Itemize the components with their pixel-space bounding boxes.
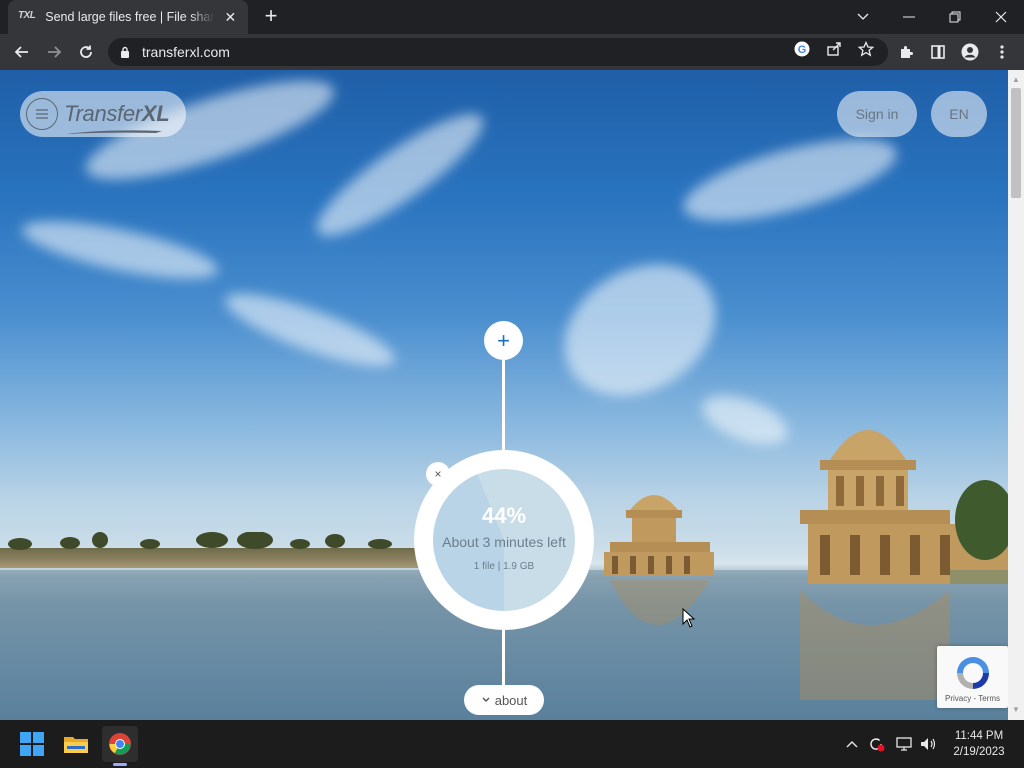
scroll-up-arrow-icon[interactable]: ▲	[1008, 72, 1024, 88]
minimize-button[interactable]	[886, 0, 932, 34]
clock-time: 11:44 PM	[954, 730, 1004, 742]
sync-status-icon[interactable]	[866, 734, 886, 754]
browser-tab-active[interactable]: TXL Send large files free | File sharing…	[8, 0, 248, 34]
progress-percent: 44%	[481, 503, 527, 528]
reload-icon	[80, 45, 92, 58]
arrow-left-icon	[14, 46, 28, 58]
file-summary: 1 file | 1.9 GB	[473, 561, 535, 572]
chevron-down-icon	[482, 697, 490, 702]
scroll-down-arrow-icon[interactable]: ▼	[1008, 702, 1024, 718]
folder-icon	[64, 737, 88, 753]
system-clock[interactable]: 11:44 PM 2/19/2023	[944, 728, 1014, 760]
recaptcha-privacy-terms[interactable]: Privacy - Terms	[937, 694, 1008, 703]
browser-titlebar: TXL Send large files free | File sharing…	[0, 0, 1024, 34]
lock-icon	[121, 46, 129, 58]
cancel-upload-button[interactable]: ×	[426, 462, 450, 486]
chrome-icon	[109, 733, 131, 755]
back-button[interactable]	[8, 38, 36, 66]
google-lens-icon[interactable]: G	[793, 40, 811, 58]
mouse-cursor-icon	[682, 608, 696, 628]
extensions-puzzle-icon[interactable]	[896, 42, 916, 62]
language-selector[interactable]: EN	[931, 91, 987, 137]
connector-line-bottom	[502, 630, 505, 686]
background-cloud	[18, 209, 222, 291]
side-panel-icon[interactable]	[928, 42, 948, 62]
arrow-right-icon	[48, 46, 62, 58]
windows-taskbar: 11:44 PM 2/19/2023	[0, 720, 1024, 768]
hamburger-icon	[36, 109, 48, 119]
tab-search-button[interactable]	[840, 0, 886, 34]
network-icon[interactable]	[894, 734, 914, 754]
logo-swoosh-icon	[66, 130, 162, 134]
logo-text-bold: XL	[141, 101, 170, 126]
tab-close-icon[interactable]: ✕	[223, 9, 238, 26]
time-remaining: About 3 minutes left	[442, 534, 566, 550]
clock-date: 2/19/2023	[953, 746, 1005, 758]
new-tab-button[interactable]: +	[260, 5, 282, 28]
file-explorer-button[interactable]	[58, 726, 94, 762]
tree-line	[8, 532, 392, 550]
scrollbar-thumb[interactable]	[1011, 88, 1021, 198]
restore-button[interactable]	[932, 0, 978, 34]
logo-text-regular: Transfer	[64, 101, 142, 126]
about-label: about	[494, 692, 528, 708]
windows-logo-icon	[20, 732, 44, 756]
background-cloud	[675, 122, 905, 238]
transferxl-favicon-icon: TXL	[18, 10, 36, 21]
chevron-down-icon	[857, 13, 869, 20]
windows-start-button[interactable]	[14, 726, 50, 762]
about-button[interactable]: about	[464, 685, 544, 715]
page-background: TransferXL Sign in EN + 44% About 3 minu…	[0, 70, 1008, 720]
show-hidden-icons-chevron-icon[interactable]	[842, 734, 862, 754]
background-cloud	[303, 97, 497, 253]
volume-icon[interactable]	[918, 734, 938, 754]
recaptcha-logo-icon	[957, 657, 989, 689]
chrome-taskbar-button[interactable]	[102, 726, 138, 762]
upload-status: 44% About 3 minutes left 1 file | 1.9 GB	[433, 469, 575, 611]
kebab-menu-icon[interactable]	[992, 42, 1012, 62]
logo-pill: TransferXL	[20, 91, 186, 137]
sign-in-button[interactable]: Sign in	[837, 91, 917, 137]
url-text: transferxl.com	[142, 44, 230, 60]
page-scrollbar[interactable]: ▲ ▼	[1008, 70, 1024, 720]
bookmark-star-icon[interactable]	[857, 40, 875, 58]
forward-button[interactable]	[40, 38, 68, 66]
hamburger-menu-button[interactable]	[26, 98, 58, 130]
tab-title: Send large files free | File sharing	[45, 10, 215, 24]
close-window-button[interactable]	[978, 0, 1024, 34]
background-cloud	[218, 280, 402, 380]
background-cloud	[540, 238, 740, 422]
address-bar[interactable]: transferxl.com	[108, 38, 888, 66]
temple-building	[604, 495, 714, 625]
reload-button[interactable]	[72, 38, 100, 66]
share-icon[interactable]	[825, 40, 843, 58]
profile-avatar-icon[interactable]	[960, 42, 980, 62]
transferxl-logo[interactable]: TransferXL	[64, 101, 170, 134]
recaptcha-badge[interactable]: Privacy - Terms	[937, 646, 1008, 708]
add-files-button[interactable]: +	[484, 321, 523, 360]
background-cloud	[695, 385, 795, 455]
svg-text:G: G	[798, 44, 807, 56]
active-app-indicator	[113, 763, 127, 766]
connector-line-top	[502, 360, 505, 450]
browser-toolbar: transferxl.com G	[0, 34, 1024, 70]
